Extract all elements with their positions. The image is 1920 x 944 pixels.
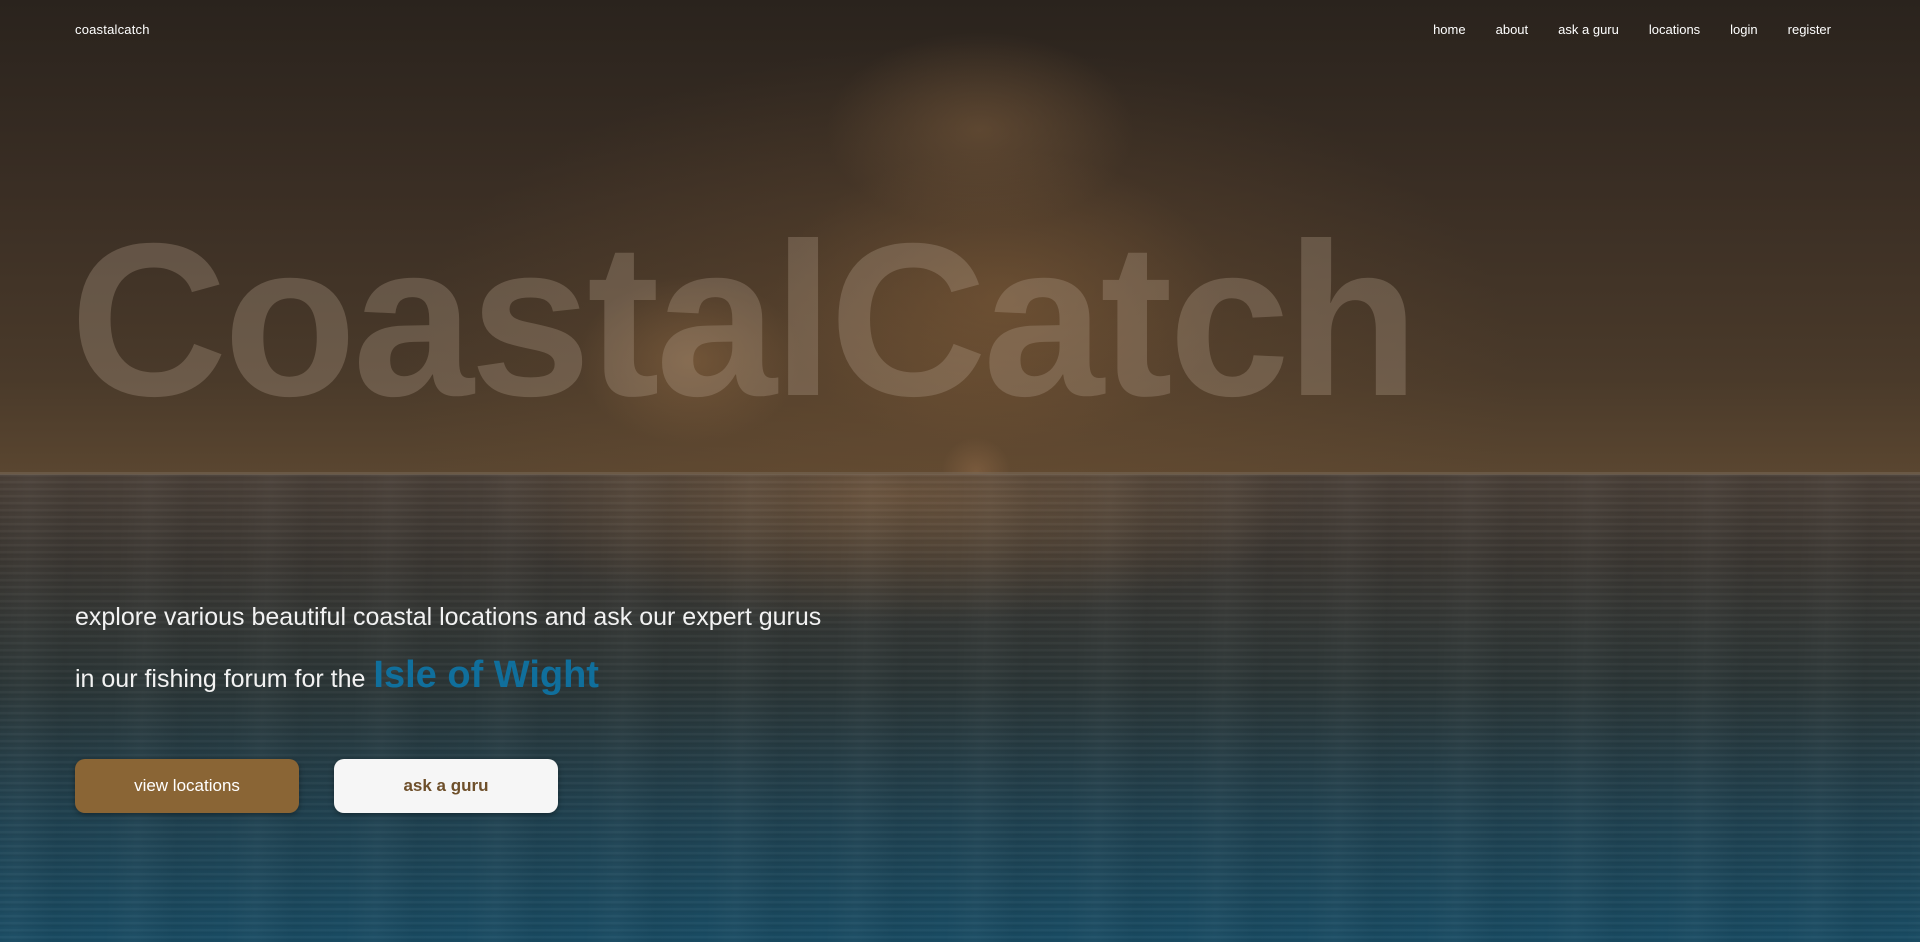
ask-a-guru-button[interactable]: ask a guru: [334, 759, 558, 813]
hero-highlight-location: Isle of Wight: [373, 654, 599, 696]
nav-register-link[interactable]: register: [1788, 22, 1831, 37]
view-locations-button[interactable]: view locations: [75, 759, 299, 813]
nav-home-link[interactable]: home: [1433, 22, 1466, 37]
horizon-line: [0, 472, 1920, 475]
hero-title: CoastalCatch: [70, 199, 1419, 442]
nav-locations-link[interactable]: locations: [1649, 22, 1700, 37]
hero-tagline-prefix: in our fishing forum for the: [75, 665, 366, 693]
brand-logo[interactable]: coastalcatch: [75, 22, 150, 37]
nav-ask-a-guru-link[interactable]: ask a guru: [1558, 22, 1619, 37]
hero-tagline-line1: explore various beautiful coastal locati…: [75, 603, 822, 631]
hero-section: coastalcatch home about ask a guru locat…: [0, 0, 1920, 944]
hero-tagline-line2: in our fishing forum for the Isle of Wig…: [75, 654, 599, 697]
main-nav: home about ask a guru locations login re…: [1433, 22, 1831, 37]
nav-about-link[interactable]: about: [1496, 22, 1529, 37]
nav-login-link[interactable]: login: [1730, 22, 1757, 37]
background-sea: [0, 474, 1920, 944]
